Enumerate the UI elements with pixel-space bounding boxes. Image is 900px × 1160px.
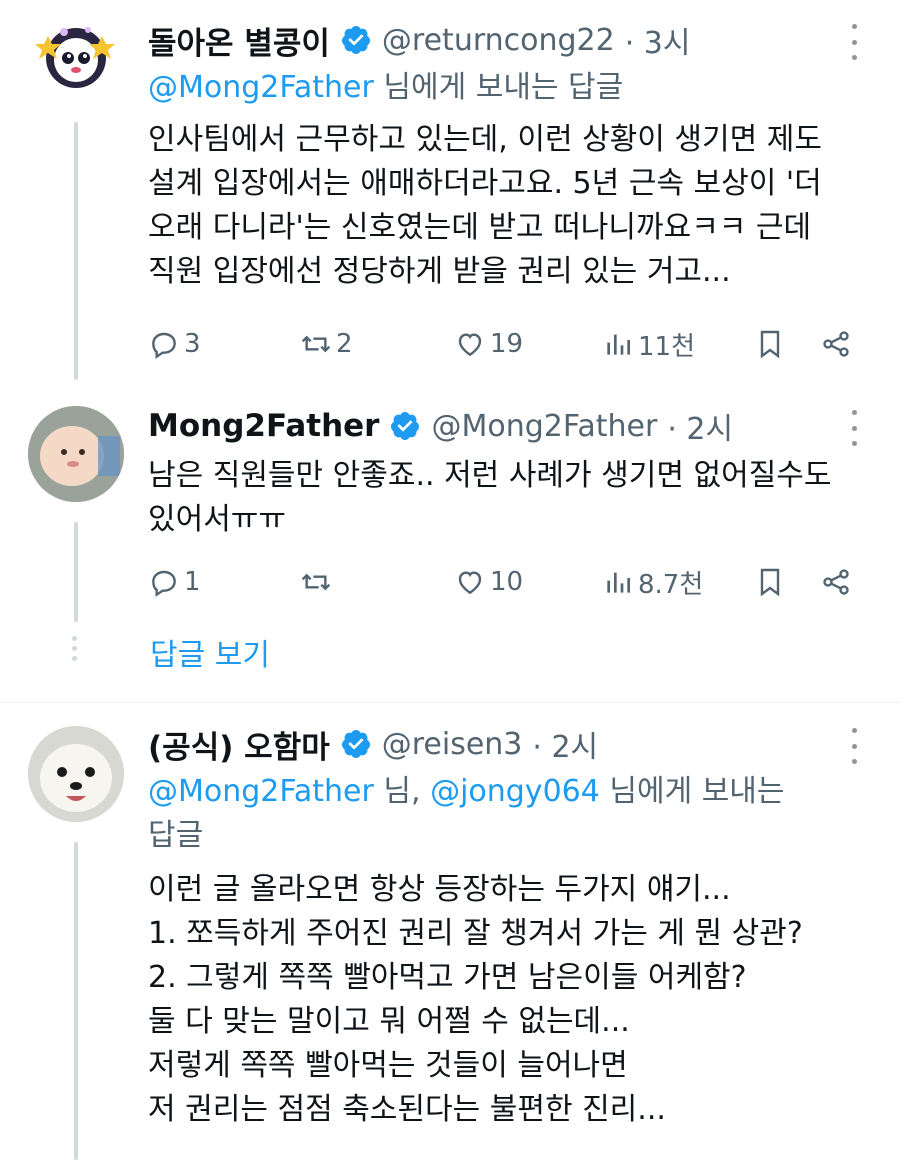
avatar-image: [35, 27, 115, 88]
display-name[interactable]: Mong2Father: [148, 408, 379, 444]
like-button[interactable]: 19: [454, 324, 523, 364]
mention-link[interactable]: @Mong2Father: [148, 774, 374, 809]
tweet-header: 돌아온 별콩이 @returncong22 · 3시: [148, 18, 691, 62]
verified-badge-icon: [341, 26, 370, 54]
tweet-header: (공식) 오함마 @reisen3 · 2시: [148, 722, 598, 766]
divider: [0, 702, 900, 703]
tweet-text: 인사팀에서 근무하고 있는데, 이런 상황이 생기면 제도 설계 입장에서는 애…: [148, 122, 822, 289]
user-handle[interactable]: @reisen3: [382, 727, 523, 762]
share-button[interactable]: [820, 324, 852, 364]
share-icon: [823, 331, 849, 357]
avatar-image: [28, 406, 124, 502]
verified-badge-icon: [391, 412, 420, 440]
avatar-returncong22[interactable]: [28, 6, 124, 102]
avatar-mong2father[interactable]: [28, 406, 124, 502]
more-options-icon[interactable]: [848, 410, 860, 446]
timestamp[interactable]: · 3시: [625, 18, 691, 62]
tweet-actions: 1 10 8.7천: [148, 562, 858, 602]
tweet-text: 남은 직원들만 안좋죠.. 저런 사례가 생기면 없어질수도 있어서ㅠㅠ: [148, 458, 832, 537]
avatar-reisen3[interactable]: [28, 726, 124, 822]
bookmark-icon: [760, 330, 780, 359]
timestamp[interactable]: · 2시: [532, 722, 598, 766]
display-name[interactable]: 돌아온 별콩이: [148, 18, 330, 63]
analytics-icon: [607, 334, 630, 355]
retweet-icon: [301, 335, 331, 353]
thread-line: [74, 122, 78, 380]
reply-to-line: @Mong2Father 님, @jongy064 님에게 보내는 답글: [148, 774, 785, 853]
user-handle[interactable]: @returncong22: [382, 23, 615, 58]
reply-icon: [152, 332, 176, 359]
thread-line: [74, 522, 78, 622]
reply-icon: [152, 570, 176, 597]
more-options-icon[interactable]: [848, 24, 860, 60]
retweet-icon: [301, 573, 331, 591]
share-icon: [823, 569, 849, 595]
like-button[interactable]: 10: [454, 562, 523, 602]
share-button[interactable]: [820, 562, 852, 602]
reply-button[interactable]: 1: [148, 562, 201, 602]
verified-badge-icon: [341, 730, 370, 758]
retweet-button[interactable]: [300, 562, 336, 602]
user-handle[interactable]: @Mong2Father: [431, 409, 657, 444]
bookmark-button[interactable]: [754, 324, 786, 364]
reply-button[interactable]: 3: [148, 324, 201, 364]
tweet-text: 이런 글 올라오면 항상 등장하는 두가지 얘기... 1. 쪼득하게 주어진 …: [148, 872, 803, 1127]
tweet-header: Mong2Father @Mong2Father · 2시: [148, 404, 733, 448]
more-options-icon[interactable]: [848, 728, 860, 764]
avatar-image: [28, 726, 124, 822]
timestamp[interactable]: · 2시: [667, 404, 733, 448]
reply-to-line: @Mong2Father 님에게 보내는 답글: [148, 70, 624, 105]
bookmark-button[interactable]: [754, 562, 786, 602]
views-button[interactable]: 11천: [602, 324, 695, 364]
heart-icon: [458, 571, 482, 595]
heart-icon: [458, 333, 482, 357]
display-name[interactable]: (공식) 오함마: [148, 722, 330, 767]
analytics-icon: [607, 572, 630, 593]
tweet-actions: 3 2 19 11천: [148, 324, 858, 364]
show-replies-link[interactable]: 답글 보기: [150, 630, 270, 674]
retweet-button[interactable]: 2: [300, 324, 353, 364]
bookmark-icon: [760, 568, 780, 597]
mention-link[interactable]: @jongy064: [430, 774, 600, 809]
mention-link[interactable]: @Mong2Father: [148, 70, 374, 105]
thread-line: [74, 842, 78, 1160]
views-button[interactable]: 8.7천: [602, 562, 703, 602]
thread-continuation-dots: [72, 636, 77, 661]
